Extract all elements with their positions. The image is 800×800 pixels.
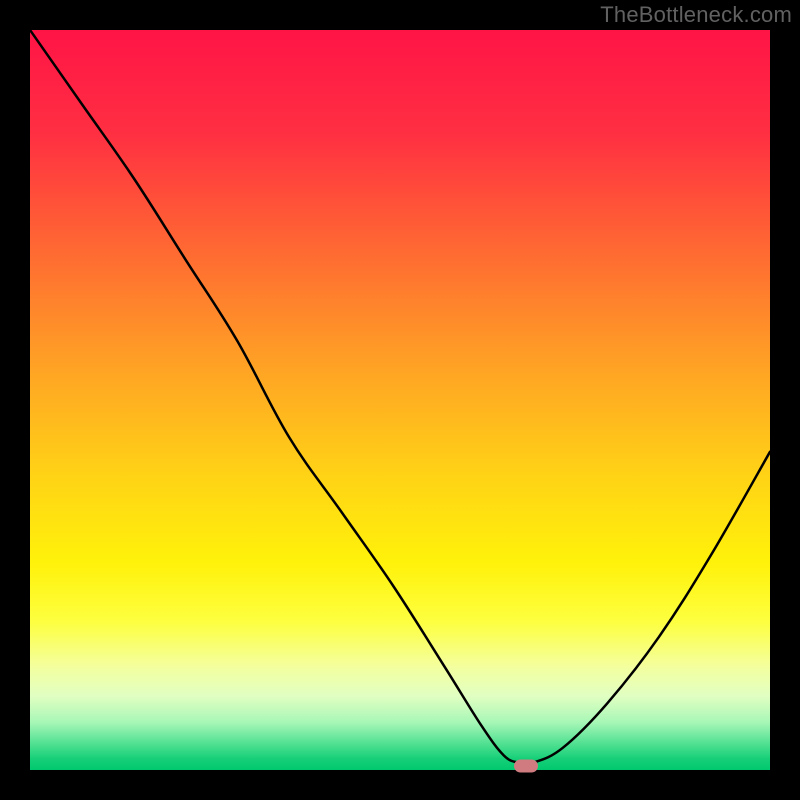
gradient-background	[30, 30, 770, 770]
plot-area	[30, 30, 770, 770]
chart-frame: TheBottleneck.com	[0, 0, 800, 800]
optimal-point-marker	[514, 759, 538, 772]
attribution-watermark: TheBottleneck.com	[600, 2, 792, 28]
